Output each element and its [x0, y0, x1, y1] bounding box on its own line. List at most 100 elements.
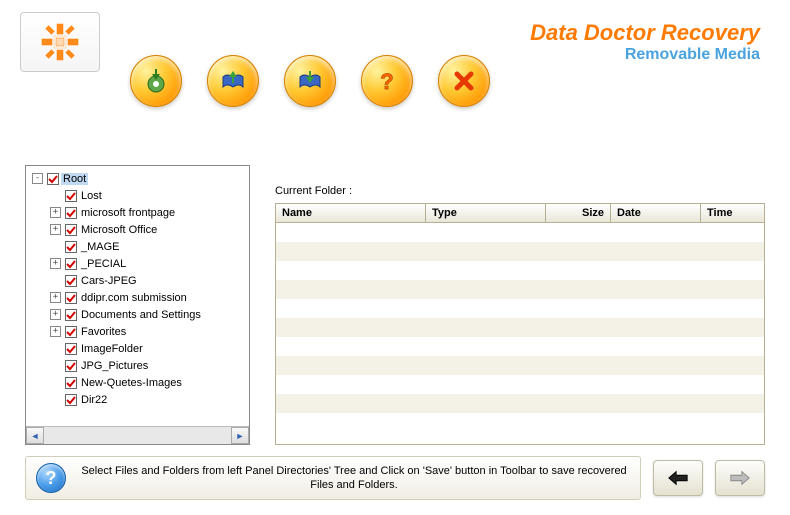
table-row	[276, 375, 764, 394]
svg-text:?: ?	[380, 69, 393, 94]
column-header-type[interactable]: Type	[426, 204, 546, 222]
expander-spacer	[50, 360, 61, 371]
disc-down-icon	[142, 67, 170, 95]
checkbox[interactable]	[65, 326, 77, 338]
tree-node[interactable]: ImageFolder	[28, 340, 247, 357]
help-button[interactable]: ?	[361, 55, 413, 107]
hint-text: Select Files and Folders from left Panel…	[78, 464, 630, 493]
tree-node-label[interactable]: _PECIAL	[79, 258, 128, 270]
tree-node-label[interactable]: _MAGE	[79, 241, 122, 253]
app-title: Data Doctor Recovery	[530, 20, 760, 46]
save-button[interactable]	[284, 55, 336, 107]
tree-node-label[interactable]: ImageFolder	[79, 343, 145, 355]
table-row	[276, 318, 764, 337]
table-row	[276, 223, 764, 242]
tree-node[interactable]: Cars-JPEG	[28, 272, 247, 289]
tree-node[interactable]: + Favorites	[28, 323, 247, 340]
tree-node-label[interactable]: ddipr.com submission	[79, 292, 189, 304]
expand-icon[interactable]: +	[50, 258, 61, 269]
tree-node[interactable]: + ddipr.com submission	[28, 289, 247, 306]
checkbox[interactable]	[65, 258, 77, 270]
tree-node[interactable]: _MAGE	[28, 238, 247, 255]
close-button[interactable]	[438, 55, 490, 107]
checkbox[interactable]	[65, 394, 77, 406]
grid-body	[275, 223, 765, 445]
hint-panel: ? Select Files and Folders from left Pan…	[25, 456, 641, 500]
tree-node[interactable]: - Root	[28, 170, 247, 187]
expand-icon[interactable]: +	[50, 224, 61, 235]
tree-node-label[interactable]: Cars-JPEG	[79, 275, 139, 287]
expand-icon[interactable]: +	[50, 207, 61, 218]
tree-node-label[interactable]: Lost	[79, 190, 104, 202]
tree-node-label[interactable]: Root	[61, 173, 88, 185]
table-row	[276, 413, 764, 432]
help-icon: ?	[36, 463, 66, 493]
header: Data Doctor Recovery Removable Media ?	[0, 0, 790, 115]
expander-spacer	[50, 343, 61, 354]
tree-node-label[interactable]: microsoft frontpage	[79, 207, 177, 219]
expander-spacer	[50, 241, 61, 252]
app-subtitle: Removable Media	[530, 46, 760, 64]
scroll-right-button[interactable]: ►	[231, 427, 249, 444]
column-header-name[interactable]: Name	[276, 204, 426, 222]
checkbox[interactable]	[65, 377, 77, 389]
open-button[interactable]	[207, 55, 259, 107]
question-icon: ?	[373, 67, 401, 95]
book-up-icon	[219, 67, 247, 95]
expander-spacer	[50, 275, 61, 286]
table-row	[276, 242, 764, 261]
tree-node[interactable]: Lost	[28, 187, 247, 204]
tree-node[interactable]: Dir22	[28, 391, 247, 408]
expander-spacer	[50, 377, 61, 388]
checkbox[interactable]	[65, 343, 77, 355]
table-row	[276, 299, 764, 318]
app-logo	[20, 12, 100, 72]
tree-node[interactable]: + microsoft frontpage	[28, 204, 247, 221]
expander-spacer	[50, 394, 61, 405]
logo-ornament-icon	[40, 22, 80, 62]
checkbox[interactable]	[65, 360, 77, 372]
load-button[interactable]	[130, 55, 182, 107]
checkbox[interactable]	[47, 173, 59, 185]
arrow-left-icon	[667, 469, 689, 487]
column-header-date[interactable]: Date	[611, 204, 701, 222]
checkbox[interactable]	[65, 241, 77, 253]
tree-node-label[interactable]: Microsoft Office	[79, 224, 159, 236]
expand-icon[interactable]: +	[50, 326, 61, 337]
current-folder-label: Current Folder :	[275, 185, 765, 197]
tree-node-label[interactable]: Favorites	[79, 326, 128, 338]
toolbar: ?	[130, 55, 490, 107]
tree-node[interactable]: + Microsoft Office	[28, 221, 247, 238]
checkbox[interactable]	[65, 309, 77, 321]
table-row	[276, 280, 764, 299]
tree-node-label[interactable]: New-Quetes-Images	[79, 377, 184, 389]
back-button[interactable]	[653, 460, 703, 496]
tree-node[interactable]: New-Quetes-Images	[28, 374, 247, 391]
horizontal-scrollbar[interactable]: ◄ ►	[26, 426, 249, 444]
tree-node-label[interactable]: JPG_Pictures	[79, 360, 150, 372]
checkbox[interactable]	[65, 224, 77, 236]
book-down-icon	[296, 67, 324, 95]
column-header-size[interactable]: Size	[546, 204, 611, 222]
scroll-left-button[interactable]: ◄	[26, 427, 44, 444]
table-row	[276, 337, 764, 356]
tree-node[interactable]: + _PECIAL	[28, 255, 247, 272]
next-button[interactable]	[715, 460, 765, 496]
arrow-right-icon	[729, 469, 751, 487]
checkbox[interactable]	[65, 207, 77, 219]
table-row	[276, 261, 764, 280]
expand-icon[interactable]: +	[50, 309, 61, 320]
table-row	[276, 356, 764, 375]
checkbox[interactable]	[65, 292, 77, 304]
grid-header: Name Type Size Date Time	[275, 203, 765, 223]
tree-node-label[interactable]: Dir22	[79, 394, 109, 406]
expand-icon[interactable]: +	[50, 292, 61, 303]
collapse-icon[interactable]: -	[32, 173, 43, 184]
tree-body[interactable]: - Root Lost + microsoft frontpage + Microsoft …	[26, 166, 249, 426]
column-header-time[interactable]: Time	[701, 204, 764, 222]
checkbox[interactable]	[65, 275, 77, 287]
tree-node[interactable]: JPG_Pictures	[28, 357, 247, 374]
checkbox[interactable]	[65, 190, 77, 202]
tree-node[interactable]: + Documents and Settings	[28, 306, 247, 323]
tree-node-label[interactable]: Documents and Settings	[79, 309, 203, 321]
